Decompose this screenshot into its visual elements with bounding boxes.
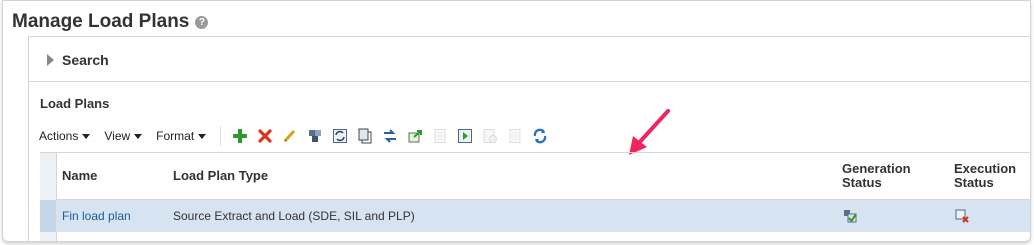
column-header-generation-status[interactable]: Generation Status (842, 153, 911, 199)
edit-icon (283, 129, 295, 143)
sync-button[interactable] (527, 125, 552, 147)
page-title: Manage Load Plans (12, 11, 190, 32)
transfer-icon (383, 129, 396, 143)
page-frame: Manage Load Plans ? Search Load Plans Ac… (2, 0, 1031, 242)
export-button[interactable] (402, 125, 427, 147)
list-button[interactable] (502, 125, 527, 147)
search-section: Search (29, 37, 1030, 82)
sync-icon (533, 128, 546, 144)
row-selector[interactable] (40, 200, 56, 232)
load-plans-heading: Load Plans (40, 96, 110, 111)
delete-icon (258, 129, 272, 143)
chevron-down-icon (134, 133, 143, 139)
help-icon[interactable]: ? (195, 15, 209, 29)
content-panel: Search Load Plans Actions View Format Na… (28, 36, 1030, 241)
table-row[interactable]: Fin load plan Source Extract and Load (S… (40, 200, 1030, 232)
add-icon (232, 129, 247, 143)
column-header-execution-line2: Status (954, 175, 994, 190)
page-title-container: Manage Load Plans ? (12, 11, 209, 33)
export-icon (408, 130, 422, 143)
toolbar: Actions View Format (39, 122, 552, 150)
edit-button[interactable] (277, 125, 302, 147)
copy-button[interactable] (352, 125, 377, 147)
actions-menu[interactable]: Actions (39, 129, 91, 143)
generate-icon (308, 130, 321, 142)
view-menu-label: View (104, 129, 131, 143)
list-icon (509, 129, 521, 143)
chevron-down-icon (198, 133, 207, 139)
execute-button[interactable] (452, 125, 477, 147)
execution-failed-icon[interactable] (954, 208, 970, 224)
disclosure-triangle-icon (47, 54, 54, 66)
column-header-execution-line1: Execution (954, 161, 1017, 176)
generation-succeeded-icon[interactable] (842, 208, 858, 224)
search-toggle[interactable]: Search (47, 52, 109, 68)
cell-execution-status (954, 200, 970, 232)
document-icon (434, 129, 446, 143)
chevron-down-icon (82, 133, 91, 139)
format-menu-label: Format (156, 129, 195, 143)
cell-generation-status (842, 200, 858, 232)
generate-button[interactable] (302, 125, 327, 147)
document-button[interactable] (427, 125, 452, 147)
refresh-icon (332, 129, 347, 143)
column-header-execution-status[interactable]: Execution Status (954, 153, 1016, 199)
column-header-type[interactable]: Load Plan Type (173, 153, 268, 199)
schedule-button[interactable] (477, 125, 502, 147)
column-header-generation-line1: Generation (842, 161, 911, 176)
delete-button[interactable] (252, 125, 277, 147)
execute-icon (457, 129, 472, 143)
copy-icon (358, 128, 372, 144)
cell-name: Fin load plan (62, 200, 131, 232)
toolbar-separator (220, 126, 222, 146)
actions-menu-label: Actions (39, 129, 79, 143)
load-plans-table: Name Load Plan Type Generation Status Ex… (40, 152, 1030, 241)
view-menu[interactable]: View (104, 129, 143, 143)
search-label: Search (62, 52, 109, 68)
load-plan-name-link[interactable]: Fin load plan (62, 209, 131, 223)
column-header-generation-line2: Status (842, 175, 882, 190)
cell-load-plan-type: Source Extract and Load (SDE, SIL and PL… (173, 209, 415, 223)
transfer-button[interactable] (377, 125, 402, 147)
format-menu[interactable]: Format (156, 129, 207, 143)
refresh-button[interactable] (327, 125, 352, 147)
column-header-name[interactable]: Name (62, 153, 97, 199)
schedule-icon (483, 129, 497, 143)
add-button[interactable] (227, 125, 252, 147)
